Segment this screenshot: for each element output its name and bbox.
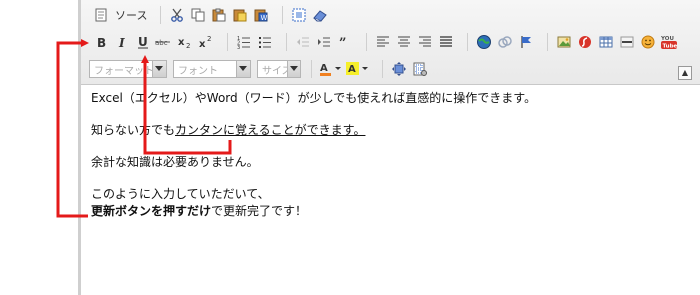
- link-group: [472, 32, 539, 52]
- tools-group: [387, 59, 433, 79]
- separator: [160, 6, 162, 24]
- table-icon[interactable]: [596, 32, 616, 52]
- svg-text:B: B: [97, 36, 106, 49]
- numbered-list-icon[interactable]: 123: [234, 32, 254, 52]
- svg-text:Tube: Tube: [663, 44, 678, 50]
- svg-text:U: U: [138, 35, 148, 49]
- font-combo[interactable]: フォント: [173, 60, 251, 78]
- svg-text:2: 2: [186, 42, 190, 49]
- show-blocks-icon[interactable]: [410, 59, 430, 79]
- svg-text:x: x: [178, 37, 185, 48]
- chevron-down-icon[interactable]: [151, 61, 166, 77]
- separator: [311, 60, 312, 78]
- select-group: [287, 5, 333, 25]
- separator: [547, 33, 548, 51]
- blockquote-icon[interactable]: ”: [335, 32, 355, 52]
- align-right-icon[interactable]: [415, 32, 435, 52]
- chevron-down-icon[interactable]: [235, 61, 250, 77]
- paste-word-icon[interactable]: W: [251, 5, 271, 25]
- paste-text-icon[interactable]: [230, 5, 250, 25]
- strike-icon[interactable]: abc: [154, 32, 174, 52]
- paste-icon[interactable]: [209, 5, 229, 25]
- text-color-icon[interactable]: A: [318, 59, 344, 79]
- insert-group: YOU Tube: [552, 32, 682, 52]
- list-group: 123: [232, 32, 278, 52]
- svg-text:”: ”: [339, 36, 346, 49]
- content-line-4: このように入力していただいて、: [91, 187, 270, 201]
- bold-icon[interactable]: B: [91, 32, 111, 52]
- format-placeholder: フォーマット: [94, 65, 152, 77]
- content-line-5: 更新ボタンを押すだけで更新完了です！: [91, 203, 691, 220]
- content-line-2: 知らない方でもカンタンに覚えることができます。: [91, 122, 691, 139]
- remove-format-icon[interactable]: [310, 5, 330, 25]
- align-left-icon[interactable]: [373, 32, 393, 52]
- clipboard-group: W: [165, 5, 274, 25]
- superscript-icon[interactable]: x2: [196, 32, 216, 52]
- align-group: [371, 32, 459, 52]
- content-line-5-rest: で更新完了です！: [211, 204, 308, 218]
- content-line-1: Excel（エクセル）やWord（ワード）が少しでも使えれば直感的に操作できます…: [91, 91, 537, 105]
- separator: [227, 33, 228, 51]
- svg-text:A: A: [320, 63, 328, 74]
- separator: [286, 33, 287, 51]
- subscript-icon[interactable]: x2: [175, 32, 195, 52]
- italic-icon[interactable]: I: [112, 32, 132, 52]
- separator: [282, 6, 284, 24]
- svg-text:A: A: [348, 64, 356, 75]
- svg-text:3: 3: [237, 45, 240, 49]
- editor-toolbar: ソース W B I U abc x 2 x 2 1 2 3 ” YOU Tube…: [81, 0, 700, 85]
- chevron-down-icon[interactable]: [286, 61, 300, 77]
- smiley-icon[interactable]: [638, 32, 658, 52]
- link-icon[interactable]: [474, 32, 494, 52]
- format-combo[interactable]: フォーマット: [89, 60, 167, 78]
- maximize-icon[interactable]: [389, 59, 409, 79]
- svg-text:2: 2: [207, 35, 211, 43]
- toolbar-row-1: ソース W: [89, 4, 337, 26]
- svg-text:x: x: [199, 39, 206, 49]
- source-icon[interactable]: [91, 5, 111, 25]
- indent-icon[interactable]: [314, 32, 334, 52]
- horizontal-rule-icon[interactable]: [617, 32, 637, 52]
- copy-icon[interactable]: [188, 5, 208, 25]
- bg-color-icon[interactable]: A: [345, 59, 371, 79]
- youtube-icon[interactable]: YOU Tube: [659, 32, 679, 52]
- svg-text:abc: abc: [155, 39, 168, 47]
- content-line-2-underlined: カンタンに覚えることができます。: [175, 123, 366, 137]
- basic-style-group: B I U abc x2 x2: [89, 32, 219, 52]
- indent-group: ”: [291, 32, 358, 52]
- select-all-icon[interactable]: [289, 5, 309, 25]
- color-group: A A: [316, 59, 374, 79]
- source-group: ソース: [89, 5, 152, 25]
- font-placeholder: フォント: [178, 65, 218, 77]
- svg-text:I: I: [118, 36, 125, 49]
- toolbar-row-2: B I U abc x2 x2 123 ” YOU Tube: [89, 31, 686, 53]
- toolbar-row-3: フォーマット フォント サイズ A A: [89, 58, 437, 80]
- cut-icon[interactable]: [167, 5, 187, 25]
- image-icon[interactable]: [554, 32, 574, 52]
- source-button-label[interactable]: ソース: [112, 5, 150, 25]
- svg-text:W: W: [261, 14, 268, 22]
- flash-icon[interactable]: [575, 32, 595, 52]
- separator: [366, 33, 367, 51]
- separator: [467, 33, 468, 51]
- rich-text-editor: ソース W B I U abc x 2 x 2 1 2 3 ” YOU Tube…: [78, 0, 700, 295]
- content-line-5-bold: 更新ボタンを押すだけ: [91, 204, 212, 218]
- anchor-icon[interactable]: [516, 32, 536, 52]
- bulleted-list-icon[interactable]: [255, 32, 275, 52]
- outdent-icon[interactable]: [293, 32, 313, 52]
- separator: [382, 60, 383, 78]
- content-line-3: 余計な知識は必要ありません。: [91, 155, 259, 169]
- align-justify-icon[interactable]: [436, 32, 456, 52]
- content-line-2-prefix: 知らない方でも: [91, 123, 176, 137]
- unlink-icon[interactable]: [495, 32, 515, 52]
- editor-content[interactable]: Excel（エクセル）やWord（ワード）が少しでも使えれば直感的に操作できます…: [91, 90, 691, 235]
- collapse-toolbar-icon[interactable]: ▲: [678, 66, 692, 80]
- underline-icon[interactable]: U: [133, 32, 153, 52]
- size-combo[interactable]: サイズ: [257, 60, 301, 78]
- size-placeholder: サイズ: [262, 65, 287, 77]
- align-center-icon[interactable]: [394, 32, 414, 52]
